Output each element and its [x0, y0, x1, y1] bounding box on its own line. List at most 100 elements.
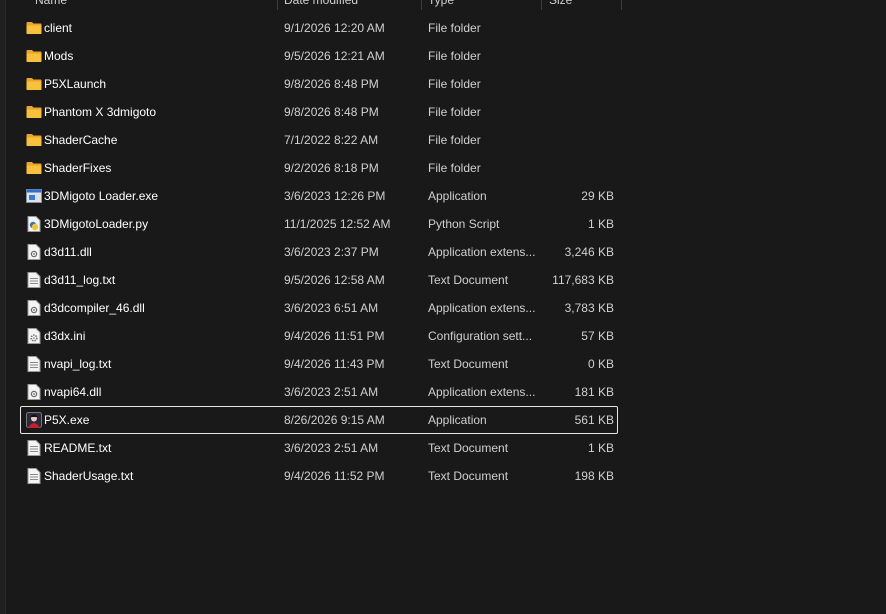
file-name: ShaderCache [44, 133, 118, 147]
file-row[interactable]: d3dcompiler_46.dll 3/6/2023 6:51 AM Applic… [20, 294, 618, 322]
file-name: 3DMigoto Loader.exe [44, 189, 159, 203]
file-row[interactable]: d3d11.dll 3/6/2023 2:37 PM Application ext… [20, 238, 618, 266]
folder-icon [25, 127, 43, 153]
file-size: 1 KB [587, 217, 614, 231]
file-size [541, 43, 614, 69]
column-header-date[interactable]: Date modified [284, 0, 419, 10]
python-file-icon [25, 211, 43, 237]
file-type: Python Script [428, 217, 500, 231]
folder-icon [25, 99, 43, 125]
file-size: 29 KB [581, 189, 614, 203]
file-date-modified: 11/1/2025 12:52 AM [284, 217, 391, 231]
file-type: File folder [428, 105, 481, 119]
file-name: d3dx.ini [44, 329, 86, 343]
file-row[interactable]: d3dx.ini 9/4/2026 11:51 PM Configuration s… [20, 322, 618, 350]
file-date-modified: 3/6/2023 12:26 PM [284, 189, 386, 203]
folder-icon [25, 43, 43, 69]
file-date-modified: 9/8/2026 8:48 PM [284, 105, 379, 119]
file-date-modified: 8/26/2026 9:15 AM [284, 413, 385, 427]
file-size: 117,683 KB [552, 273, 614, 287]
file-date-modified: 9/2/2026 8:18 PM [284, 161, 379, 175]
column-header-bar: Name Date modified Type Size [20, 0, 886, 10]
file-row[interactable]: ShaderCache 7/1/2022 8:22 AM File folder [20, 126, 618, 154]
file-size [541, 15, 614, 41]
file-row[interactable]: 3DMigoto Loader.exe 3/6/2023 12:26 PM Appl… [20, 182, 618, 210]
file-row[interactable]: nvapi_log.txt 9/4/2026 11:43 PM Text Docum… [20, 350, 618, 378]
file-type: Application [428, 189, 487, 203]
file-name: 3DMigotoLoader.py [44, 217, 149, 231]
file-row[interactable]: P5XLaunch 9/8/2026 8:48 PM File folder [20, 70, 618, 98]
navigation-pane-edge [0, 0, 6, 614]
file-type: File folder [428, 49, 481, 63]
file-type: Configuration sett... [428, 329, 533, 343]
file-type: Application [428, 413, 487, 427]
file-type: Text Document [428, 357, 509, 371]
file-type: Text Document [428, 273, 509, 287]
folder-icon [25, 15, 43, 41]
file-name: nvapi64.dll [44, 385, 102, 399]
folder-icon [25, 155, 43, 181]
column-divider[interactable] [541, 0, 542, 10]
text-file-icon [25, 351, 43, 377]
file-row[interactable]: d3d11_log.txt 9/5/2026 12:58 AM Text Docum… [20, 266, 618, 294]
file-name: nvapi_log.txt [44, 357, 112, 371]
file-size: 3,783 KB [564, 301, 614, 315]
file-list: client 9/1/2026 12:20 AM File folder Mods 9/… [20, 14, 618, 490]
file-date-modified: 9/5/2026 12:21 AM [284, 49, 385, 63]
file-size [541, 99, 614, 125]
file-row[interactable]: README.txt 3/6/2023 2:51 AM Text Document 1… [20, 434, 618, 462]
file-size [541, 155, 614, 181]
file-size [541, 127, 614, 153]
file-size: 198 KB [574, 469, 614, 483]
file-name: d3d11.dll [44, 245, 92, 259]
file-name: README.txt [44, 441, 112, 455]
file-name: Mods [44, 49, 74, 63]
file-row[interactable]: Mods 9/5/2026 12:21 AM File folder [20, 42, 618, 70]
file-type: File folder [428, 133, 481, 147]
file-type: Application extens... [428, 385, 536, 399]
text-file-icon [25, 435, 43, 461]
file-row[interactable]: nvapi64.dll 3/6/2023 2:51 AM Application e… [20, 378, 618, 406]
file-row[interactable]: ShaderFixes 9/2/2026 8:18 PM File folder [20, 154, 618, 182]
file-type: File folder [428, 161, 481, 175]
text-file-icon [25, 267, 43, 293]
dll-file-icon [25, 379, 43, 405]
column-divider[interactable] [421, 0, 422, 10]
file-row[interactable]: client 9/1/2026 12:20 AM File folder [20, 14, 618, 42]
file-type: Application extens... [428, 301, 536, 315]
column-header-size[interactable]: Size [549, 0, 619, 10]
application-icon [25, 183, 43, 209]
file-size: 1 KB [587, 441, 614, 455]
file-date-modified: 3/6/2023 2:51 AM [284, 441, 379, 455]
column-divider[interactable] [277, 0, 278, 10]
file-row[interactable]: P5X.exe 8/26/2026 9:15 AM Application 561 K… [20, 406, 618, 434]
file-type: File folder [428, 77, 481, 91]
text-file-icon [25, 463, 43, 489]
file-name: Phantom X 3dmigoto [44, 105, 157, 119]
column-header-type[interactable]: Type [428, 0, 538, 10]
file-date-modified: 3/6/2023 2:37 PM [284, 245, 379, 259]
file-date-modified: 9/8/2026 8:48 PM [284, 77, 379, 91]
file-date-modified: 9/4/2026 11:52 PM [284, 469, 385, 483]
column-divider[interactable] [621, 0, 622, 10]
file-row[interactable]: ShaderUsage.txt 9/4/2026 11:52 PM Text Doc… [20, 462, 618, 490]
file-date-modified: 9/5/2026 12:58 AM [284, 273, 385, 287]
dll-file-icon [25, 295, 43, 321]
file-size: 3,246 KB [564, 245, 614, 259]
file-size: 181 KB [574, 385, 614, 399]
file-name: d3d11_log.txt [44, 273, 116, 287]
file-date-modified: 9/1/2026 12:20 AM [284, 21, 385, 35]
column-header-name[interactable]: Name [35, 0, 275, 10]
file-type: Application extens... [428, 245, 536, 259]
file-name: P5XLaunch [44, 77, 107, 91]
file-row[interactable]: 3DMigotoLoader.py 11/1/2025 12:52 AM Pytho… [20, 210, 618, 238]
file-date-modified: 3/6/2023 2:51 AM [284, 385, 379, 399]
file-name: P5X.exe [44, 413, 90, 427]
file-name: ShaderUsage.txt [44, 469, 134, 483]
file-type: Text Document [428, 469, 509, 483]
file-type: Text Document [428, 441, 509, 455]
file-size: 561 KB [574, 413, 614, 427]
file-row[interactable]: Phantom X 3dmigoto 9/8/2026 8:48 PM File f… [20, 98, 618, 126]
file-name: ShaderFixes [44, 161, 112, 175]
game-app-icon [25, 407, 43, 433]
